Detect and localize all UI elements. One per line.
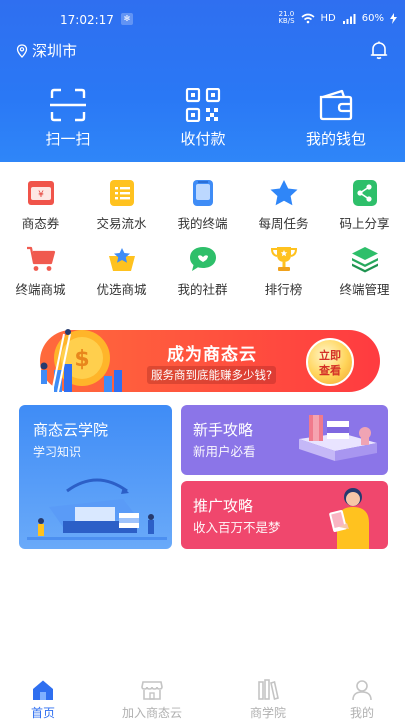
nav-home-label: 首页 xyxy=(30,706,55,720)
guide-subtitle: 新用户必看 xyxy=(193,444,256,459)
terminal-icon xyxy=(192,180,213,206)
list-icon xyxy=(109,180,134,206)
trophy-icon xyxy=(270,247,297,271)
academy-illustration xyxy=(27,478,167,540)
banner-view-now-button[interactable]: 立即 查看 xyxy=(306,338,354,386)
banner-title: 成为商态云 xyxy=(167,345,257,365)
layers-icon xyxy=(351,247,378,273)
signal-icon xyxy=(342,13,356,24)
feature-code-share[interactable]: 码上分享 xyxy=(324,179,405,232)
wallet-icon xyxy=(319,89,353,121)
feature-preferred-mall[interactable]: 优选商城 xyxy=(81,245,162,298)
books-illustration xyxy=(299,415,377,461)
feature-label: 我的社群 xyxy=(177,282,228,297)
feature-label: 终端管理 xyxy=(339,282,390,297)
promotion-guide-card[interactable]: 推广攻略 收入百万不是梦 xyxy=(181,481,388,549)
newbie-guide-card[interactable]: 新手攻略 新用户必看 xyxy=(181,405,388,475)
feature-label: 终端商城 xyxy=(15,282,66,297)
star-icon xyxy=(270,180,297,206)
status-time: 17:02:17 xyxy=(60,13,114,27)
user-icon xyxy=(352,680,372,701)
wallet-button[interactable]: 我的钱包 xyxy=(276,88,396,149)
speed-unit: KB/S xyxy=(278,17,295,25)
scan-icon xyxy=(50,88,86,122)
feature-label: 商态券 xyxy=(21,216,60,231)
status-indicators: 21.0 KB/S HD 60% xyxy=(278,11,397,25)
bell-icon[interactable] xyxy=(369,40,389,60)
feature-label: 排行榜 xyxy=(264,282,303,297)
collect-payment-button[interactable]: 收付款 xyxy=(143,88,263,149)
scan-label: 扫一扫 xyxy=(45,130,91,148)
coupon-icon: ¥ xyxy=(27,181,54,205)
feature-label: 我的终端 xyxy=(177,216,228,231)
notification-icon: ✻ xyxy=(121,13,133,25)
promo-subtitle: 收入百万不是梦 xyxy=(193,520,281,535)
collect-payment-label: 收付款 xyxy=(180,130,226,148)
battery-level: 60% xyxy=(361,12,384,24)
feature-my-terminal[interactable]: 我的终端 xyxy=(162,179,243,232)
status-bar: 17:02:17 ✻ 21.0 KB/S HD 60% xyxy=(0,0,405,38)
svg-text:¥: ¥ xyxy=(38,190,44,200)
header: 17:02:17 ✻ 21.0 KB/S HD 60% 深圳市 扫一扫 收付款 … xyxy=(0,0,405,162)
chat-icon xyxy=(189,247,216,271)
nav-academy-label: 商学院 xyxy=(249,706,286,720)
home-icon xyxy=(33,680,53,700)
nav-join-label: 加入商态云 xyxy=(121,706,182,720)
cta-line-1: 立即 xyxy=(319,349,341,362)
network-speed: 21.0 KB/S xyxy=(278,11,294,25)
wifi-icon xyxy=(301,13,315,23)
cart-icon xyxy=(26,246,55,271)
svg-text:$: $ xyxy=(74,347,89,372)
share-icon xyxy=(352,180,377,206)
feature-coupon[interactable]: ¥ 商态券 xyxy=(0,179,81,232)
nav-academy[interactable]: 商学院 xyxy=(218,678,318,720)
coin-ladder-illustration: $ xyxy=(40,329,122,393)
feature-terminal-mall[interactable]: 终端商城 xyxy=(0,245,81,298)
scan-button[interactable]: 扫一扫 xyxy=(8,88,128,149)
feature-label: 优选商城 xyxy=(96,282,147,297)
person-phone-illustration xyxy=(329,488,369,549)
cta-line-2: 查看 xyxy=(319,364,341,377)
nav-join[interactable]: 加入商态云 xyxy=(102,678,202,720)
location-selector[interactable]: 深圳市 xyxy=(16,40,77,61)
feature-label: 每周任务 xyxy=(258,216,309,231)
basket-star-icon xyxy=(108,248,135,271)
city-label: 深圳市 xyxy=(32,42,78,60)
feature-transactions[interactable]: 交易流水 xyxy=(81,179,162,232)
feature-label: 交易流水 xyxy=(96,216,147,231)
nav-me[interactable]: 我的 xyxy=(312,678,405,720)
books-icon xyxy=(258,679,279,701)
location-pin-icon xyxy=(16,43,28,58)
feature-leaderboard[interactable]: 排行榜 xyxy=(243,245,324,298)
banner-subtitle: 服务商到底能赚多少钱? xyxy=(147,366,277,384)
network-type: HD xyxy=(320,12,336,24)
academy-card[interactable]: 商态云学院 学习知识 xyxy=(19,405,172,549)
charging-icon xyxy=(390,12,397,24)
academy-subtitle: 学习知识 xyxy=(33,445,82,459)
feature-my-community[interactable]: 我的社群 xyxy=(162,245,243,298)
guide-title: 新手攻略 xyxy=(193,421,254,439)
feature-label: 码上分享 xyxy=(339,216,390,231)
promo-title: 推广攻略 xyxy=(193,497,254,515)
feature-weekly-tasks[interactable]: 每周任务 xyxy=(243,179,324,232)
nav-home[interactable]: 首页 xyxy=(0,678,93,720)
qrcode-icon xyxy=(185,88,221,122)
bottom-nav: 首页 加入商态云 商学院 我的 xyxy=(0,676,405,720)
academy-title: 商态云学院 xyxy=(33,421,109,439)
nav-me-label: 我的 xyxy=(349,706,374,720)
store-icon xyxy=(141,681,163,700)
wallet-label: 我的钱包 xyxy=(305,130,366,148)
promo-banner[interactable]: $ 成为商态云 服务商到底能赚多少钱? 立即 查看 xyxy=(14,320,391,398)
feature-terminal-management[interactable]: 终端管理 xyxy=(324,245,405,298)
